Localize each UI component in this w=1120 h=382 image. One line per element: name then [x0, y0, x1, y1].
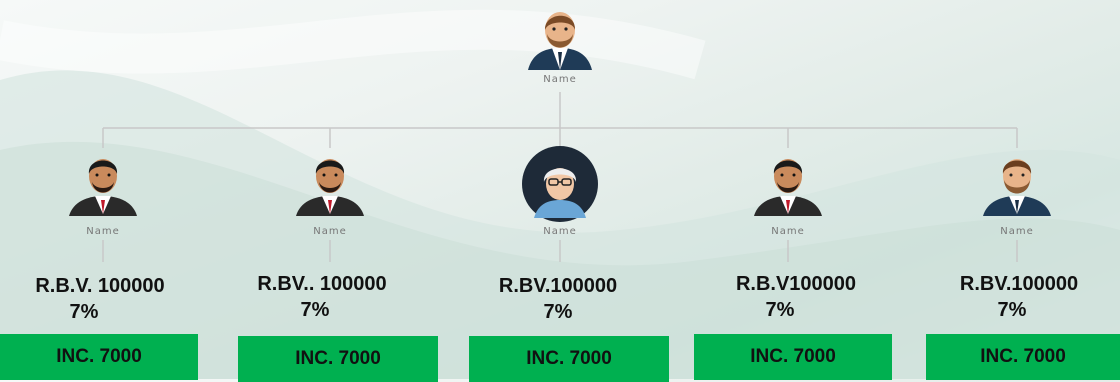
- member-1-avatar-icon: [61, 148, 145, 232]
- member-2-rbv: R.BV.. 100000: [257, 273, 387, 295]
- member-4-percent: 7%: [765, 299, 795, 321]
- member-3-rbv: R.BV.100000: [498, 275, 618, 297]
- member-2-avatar-icon: [288, 148, 372, 232]
- member-3-avatar-icon: [512, 146, 598, 230]
- member-4-income: INC. 7000: [750, 346, 836, 367]
- member-2-income: INC. 7000: [295, 348, 381, 369]
- member-1-rbv: R.B.V. 100000: [35, 275, 165, 297]
- member-5-income-box: INC. 7000: [926, 334, 1120, 380]
- member-1-percent: 7%: [69, 301, 99, 323]
- root-name-label: Name: [543, 74, 577, 85]
- member-2-percent: 7%: [300, 299, 330, 321]
- member-1-income-box: INC. 7000: [0, 334, 198, 380]
- member-3-name-label: Name: [543, 226, 577, 237]
- member-5-avatar-icon: [975, 148, 1059, 232]
- root-avatar-icon: [518, 0, 602, 84]
- member-2-income-box: INC. 7000: [238, 336, 438, 382]
- member-3-income: INC. 7000: [526, 348, 612, 369]
- member-4-income-box: INC. 7000: [694, 334, 892, 380]
- member-5-income: INC. 7000: [980, 346, 1066, 367]
- member-5-name-label: Name: [1000, 226, 1034, 237]
- member-3-percent: 7%: [543, 301, 573, 323]
- member-1-name-label: Name: [86, 226, 120, 237]
- member-4-avatar-icon: [746, 148, 830, 232]
- member-1-income: INC. 7000: [56, 346, 142, 367]
- member-5-percent: 7%: [997, 299, 1027, 321]
- member-4-rbv: R.B.V100000: [735, 273, 857, 295]
- org-chart: Name Name R.B.V. 100000 7% INC. 7000 Nam…: [0, 0, 1120, 382]
- member-3-income-box: INC. 7000: [469, 336, 669, 382]
- member-5-rbv: R.BV.100000: [959, 273, 1079, 295]
- member-4-name-label: Name: [771, 226, 805, 237]
- member-2-name-label: Name: [313, 226, 347, 237]
